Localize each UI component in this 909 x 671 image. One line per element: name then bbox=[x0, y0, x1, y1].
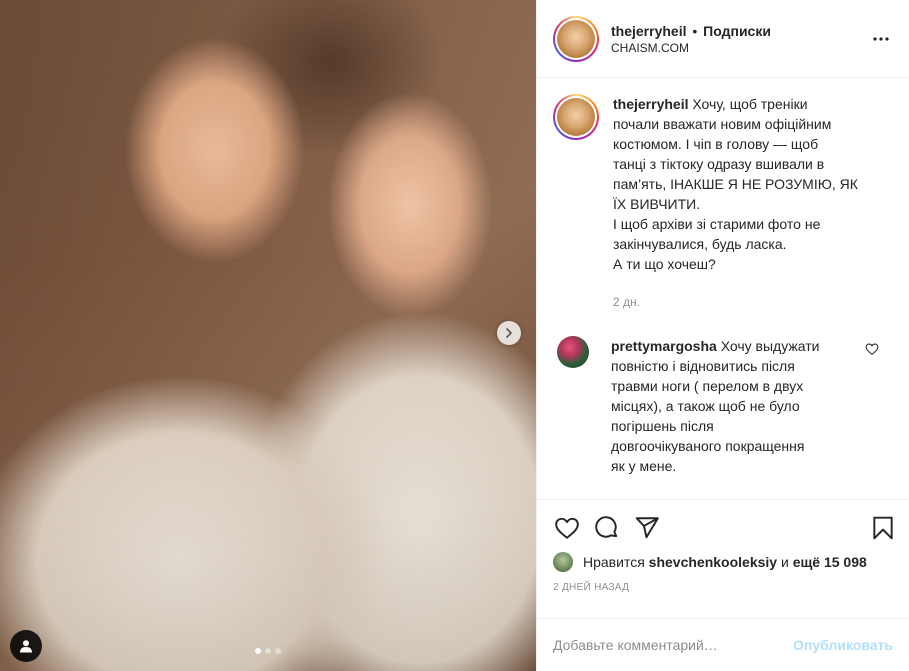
story-ring[interactable] bbox=[553, 94, 599, 140]
comment-text: довгоочікуваного покращення bbox=[611, 438, 805, 454]
post-sidebar: thejerryheil • Подписки CHAISM.COM theje… bbox=[536, 0, 909, 671]
comment-item: prettymargosha Хочу выдужати повністю і … bbox=[553, 336, 893, 476]
likes-prefix: Нравится bbox=[583, 554, 645, 570]
heart-icon[interactable] bbox=[865, 342, 879, 356]
tagged-users-button[interactable] bbox=[10, 630, 42, 662]
caption-age[interactable]: 2 дн. bbox=[613, 292, 893, 312]
comment-input[interactable] bbox=[553, 637, 794, 653]
carousel-dot bbox=[265, 648, 271, 654]
likes-conjunction: и bbox=[780, 554, 789, 570]
comment-text: травми ноги ( перелом в двух bbox=[611, 378, 804, 394]
comments-section: thejerryheil Хочу, щоб треніки почали вв… bbox=[537, 78, 909, 499]
comment-username[interactable]: prettymargosha bbox=[611, 338, 717, 354]
caption-username[interactable]: thejerryheil bbox=[613, 96, 688, 112]
share-button[interactable] bbox=[633, 514, 661, 542]
caption-text: почали вважати новим офіційним bbox=[613, 116, 832, 132]
heart-icon bbox=[555, 517, 579, 539]
caption-text: Хочу, щоб треніки bbox=[692, 96, 808, 112]
like-button[interactable] bbox=[553, 514, 581, 542]
carousel-dot bbox=[255, 648, 261, 654]
save-button[interactable] bbox=[869, 514, 897, 542]
avatar[interactable] bbox=[553, 552, 573, 572]
more-options-button[interactable] bbox=[869, 27, 893, 51]
caption-text: І щоб архіви зі старими фото не bbox=[613, 216, 821, 232]
post-actions: Нравится shevchenkooleksiy и ещё 15 098 … bbox=[537, 499, 909, 618]
caption-text: танці з тіктоку одразу вшивали в bbox=[613, 156, 825, 172]
photo-overlay bbox=[0, 0, 536, 671]
post-photo[interactable] bbox=[0, 0, 536, 671]
avatar bbox=[557, 98, 595, 136]
comment-icon bbox=[595, 516, 618, 538]
comment-text: як у мене. bbox=[611, 458, 677, 474]
caption-text: А ти що хочеш? bbox=[613, 256, 716, 272]
carousel-next-button[interactable] bbox=[497, 321, 521, 345]
author-username[interactable]: thejerryheil bbox=[611, 23, 686, 39]
carousel-dot bbox=[275, 648, 281, 654]
caption: thejerryheil Хочу, щоб треніки почали вв… bbox=[553, 94, 893, 312]
add-comment-bar: Опубликовать bbox=[537, 618, 909, 671]
likes-summary: Нравится shevchenkooleksiy и ещё 15 098 bbox=[553, 552, 893, 572]
post-date[interactable]: 2 ДНЕЙ НАЗАД bbox=[553, 582, 893, 593]
likes-count[interactable]: ещё 15 098 bbox=[793, 554, 867, 570]
carousel-indicator bbox=[0, 648, 536, 654]
caption-text: закінчувалися, будь ласка. bbox=[613, 236, 787, 252]
comment-text: повністю і відновитись після bbox=[611, 358, 795, 374]
comment-text: погіршень після bbox=[611, 418, 714, 434]
liker-username[interactable]: shevchenkooleksiy bbox=[649, 554, 777, 570]
caption-text: пам’ять, ІНАКШЕ Я НЕ РОЗУМІЮ, ЯК bbox=[613, 176, 858, 192]
avatar[interactable] bbox=[557, 336, 589, 368]
location-link[interactable]: CHAISM.COM bbox=[611, 41, 869, 55]
caption-text: ЇХ ВИВЧИТИ. bbox=[613, 196, 701, 212]
caption-text: костюмом. І чіп в голову — щоб bbox=[613, 136, 819, 152]
comment-text: Хочу выдужати bbox=[720, 338, 820, 354]
instagram-post: thejerryheil • Подписки CHAISM.COM theje… bbox=[0, 0, 909, 671]
bookmark-icon bbox=[873, 516, 893, 540]
avatar bbox=[557, 19, 595, 58]
comment-text: місцях), а також щоб не було bbox=[611, 398, 800, 414]
post-comment-button[interactable]: Опубликовать bbox=[793, 637, 893, 653]
separator-dot: • bbox=[692, 22, 698, 39]
post-header: thejerryheil • Подписки CHAISM.COM bbox=[537, 0, 909, 78]
paper-plane-icon bbox=[635, 517, 659, 539]
story-ring[interactable] bbox=[553, 15, 599, 62]
more-horizontal-icon bbox=[873, 36, 889, 41]
chevron-right-icon bbox=[506, 328, 512, 338]
following-button[interactable]: Подписки bbox=[703, 23, 771, 39]
comment-button[interactable] bbox=[593, 514, 621, 542]
